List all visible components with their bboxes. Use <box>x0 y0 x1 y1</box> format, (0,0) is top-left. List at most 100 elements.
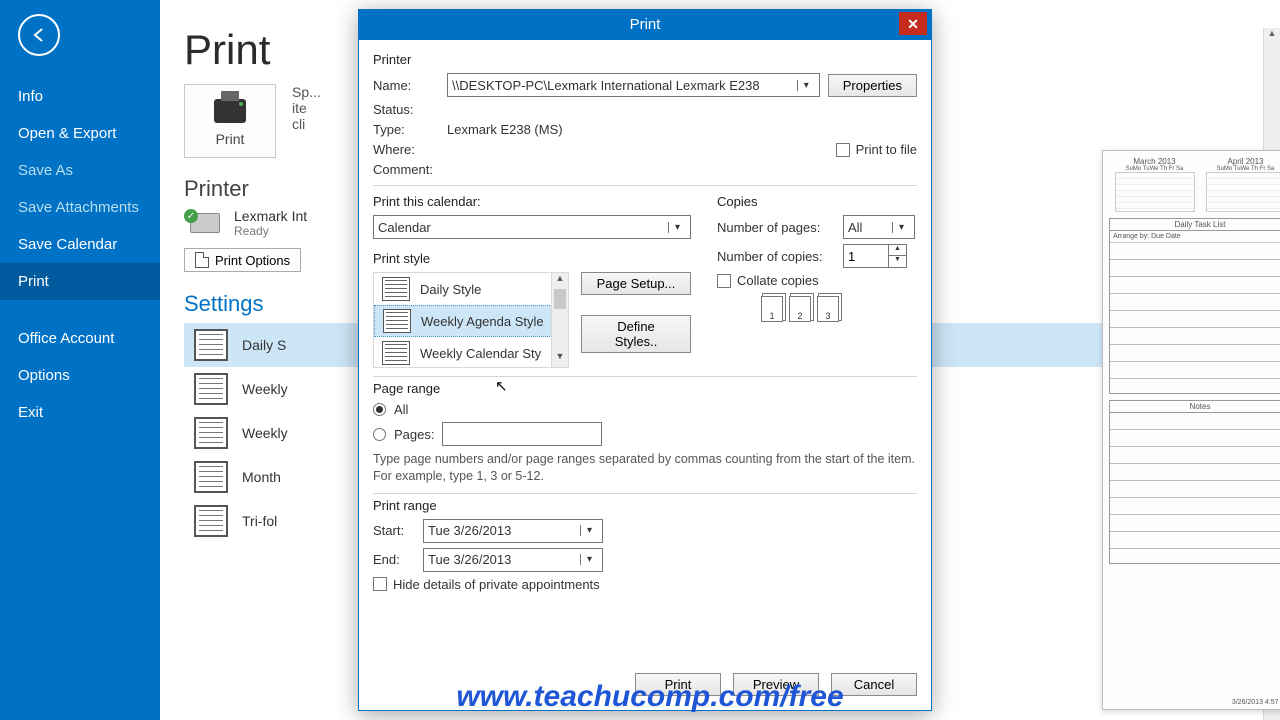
hide-private-label: Hide details of private appointments <box>393 577 600 592</box>
printer-name-select[interactable]: \\DESKTOP-PC\Lexmark International Lexma… <box>447 73 820 97</box>
chevron-down-icon: ▾ <box>580 525 598 536</box>
printer-group-label: Printer <box>373 52 917 67</box>
num-pages-value: All <box>848 220 862 235</box>
style-thumb-icon <box>194 461 228 493</box>
dialog-cancel-button[interactable]: Cancel <box>831 673 917 696</box>
preview-task-lines <box>1110 243 1280 393</box>
radio-icon <box>373 428 386 441</box>
scroll-down-icon[interactable]: ▼ <box>552 351 568 367</box>
scroll-up-icon[interactable]: ▲ <box>1264 28 1280 46</box>
define-styles-button[interactable]: Define Styles.. <box>581 315 691 353</box>
printer-icon <box>214 99 246 123</box>
sidebar-item-options[interactable]: Options <box>0 357 160 394</box>
print-to-file-check[interactable]: Print to file <box>836 142 917 157</box>
back-button[interactable] <box>18 14 60 56</box>
style-thumb-icon <box>194 505 228 537</box>
name-label: Name: <box>373 78 439 93</box>
type-value: Lexmark E238 (MS) <box>447 122 563 137</box>
pages-input[interactable] <box>442 422 602 446</box>
style-scrollbar[interactable]: ▲ ▼ <box>551 273 568 367</box>
style-thumb-icon <box>383 309 411 333</box>
chevron-down-icon: ▾ <box>797 80 815 91</box>
page-range-label: Page range <box>373 381 917 396</box>
sidebar-item-office-account[interactable]: Office Account <box>0 320 160 357</box>
page-icon <box>195 252 209 268</box>
chevron-down-icon: ▾ <box>668 222 686 233</box>
printer-name-value: \\DESKTOP-PC\Lexmark International Lexma… <box>452 78 760 93</box>
sidebar-item-save-calendar[interactable]: Save Calendar <box>0 226 160 263</box>
sidebar-item-save-attachments[interactable]: Save Attachments <box>0 189 160 226</box>
comment-label: Comment: <box>373 162 447 177</box>
num-copies-spinner[interactable]: ▲▼ <box>843 244 907 268</box>
page-setup-button[interactable]: Page Setup... <box>581 272 691 295</box>
mini-cal-2-grid <box>1206 172 1280 212</box>
sidebar-item-open-export[interactable]: Open & Export <box>0 115 160 152</box>
style-thumb-icon <box>382 277 410 301</box>
sidebar-item-save-as[interactable]: Save As <box>0 152 160 189</box>
print-style-item[interactable]: Daily Style <box>374 273 568 305</box>
backstage-sidebar: InfoOpen & ExportSave AsSave Attachments… <box>0 0 160 720</box>
collate-page-icon: 1 <box>761 296 783 322</box>
collate-page-icon: 3 <box>817 296 839 322</box>
calendar-select-value: Calendar <box>378 220 431 235</box>
checkbox-icon <box>373 577 387 591</box>
calendar-select[interactable]: Calendar ▾ <box>373 215 691 239</box>
style-label: Weekly <box>242 425 288 441</box>
dialog-close-button[interactable]: ✕ <box>899 12 927 35</box>
style-label: Month <box>242 469 281 485</box>
preview-arrange: Arrange by: Due Date <box>1110 231 1280 243</box>
preview-notes-head: Notes <box>1110 401 1280 413</box>
style-item-label: Weekly Agenda Style <box>421 314 544 329</box>
print-style-item[interactable]: Weekly Calendar Sty <box>374 337 568 368</box>
page-range-pages-radio[interactable]: Pages: <box>373 422 917 446</box>
sidebar-item-info[interactable]: Info <box>0 78 160 115</box>
sidebar-item-exit[interactable]: Exit <box>0 394 160 431</box>
checkbox-icon <box>717 274 731 288</box>
sidebar-item-print[interactable]: Print <box>0 263 160 300</box>
preview-tasklist-head: Daily Task List <box>1110 219 1280 231</box>
print-big-label: Print <box>185 131 275 147</box>
print-big-button[interactable]: Print <box>184 84 276 158</box>
collate-page-icon: 2 <box>789 296 811 322</box>
start-date-value: Tue 3/26/2013 <box>428 523 511 538</box>
start-date-select[interactable]: Tue 3/26/2013 ▾ <box>423 519 603 543</box>
scroll-thumb[interactable] <box>554 289 566 309</box>
spin-up-icon[interactable]: ▲ <box>889 245 906 256</box>
spin-down-icon[interactable]: ▼ <box>889 256 906 267</box>
print-style-label: Print style <box>373 251 691 266</box>
checkbox-icon <box>836 143 850 157</box>
radio-checked-icon <box>373 403 386 416</box>
num-pages-label: Number of pages: <box>717 220 835 235</box>
scroll-up-icon[interactable]: ▲ <box>552 273 568 289</box>
collate-preview: 1 2 3 <box>761 296 917 322</box>
style-thumb-icon <box>194 373 228 405</box>
properties-button[interactable]: Properties <box>828 74 917 97</box>
chevron-down-icon: ▾ <box>580 554 598 565</box>
print-style-listbox[interactable]: Daily Style Weekly Agenda Style Weekly Cal… <box>373 272 569 368</box>
page-range-all-radio[interactable]: All <box>373 402 917 417</box>
print-preview-pane: March 2013 SuMo TuWe Th Fr Sa April 2013… <box>1102 150 1280 710</box>
copies-label: Copies <box>717 194 917 209</box>
num-copies-input[interactable] <box>844 245 888 267</box>
hide-private-check[interactable]: Hide details of private appointments <box>373 577 917 592</box>
page-range-pages-label: Pages: <box>394 427 434 442</box>
print-dialog: Print ✕ Printer Name: \\DESKTOP-PC\Lexma… <box>358 9 932 711</box>
dialog-preview-button[interactable]: Preview <box>733 673 819 696</box>
style-thumb-icon <box>382 341 410 365</box>
collate-check[interactable]: Collate copies <box>717 273 917 288</box>
print-to-file-label: Print to file <box>856 142 917 157</box>
print-options-button[interactable]: Print Options <box>184 248 301 272</box>
num-pages-select[interactable]: All ▾ <box>843 215 915 239</box>
dialog-title-text: Print <box>630 16 661 33</box>
style-label: Weekly <box>242 381 288 397</box>
print-range-label: Print range <box>373 498 917 513</box>
print-desc: Sp... ite cli <box>292 84 321 132</box>
print-calendar-label: Print this calendar: <box>373 194 691 209</box>
printer-ready: Ready <box>234 224 307 238</box>
page-range-all-label: All <box>394 402 408 417</box>
chevron-down-icon: ▾ <box>892 222 910 233</box>
print-style-item[interactable]: Weekly Agenda Style <box>374 305 568 337</box>
dialog-print-button[interactable]: Print <box>635 673 721 696</box>
end-date-select[interactable]: Tue 3/26/2013 ▾ <box>423 548 603 572</box>
style-thumb-icon <box>194 329 228 361</box>
